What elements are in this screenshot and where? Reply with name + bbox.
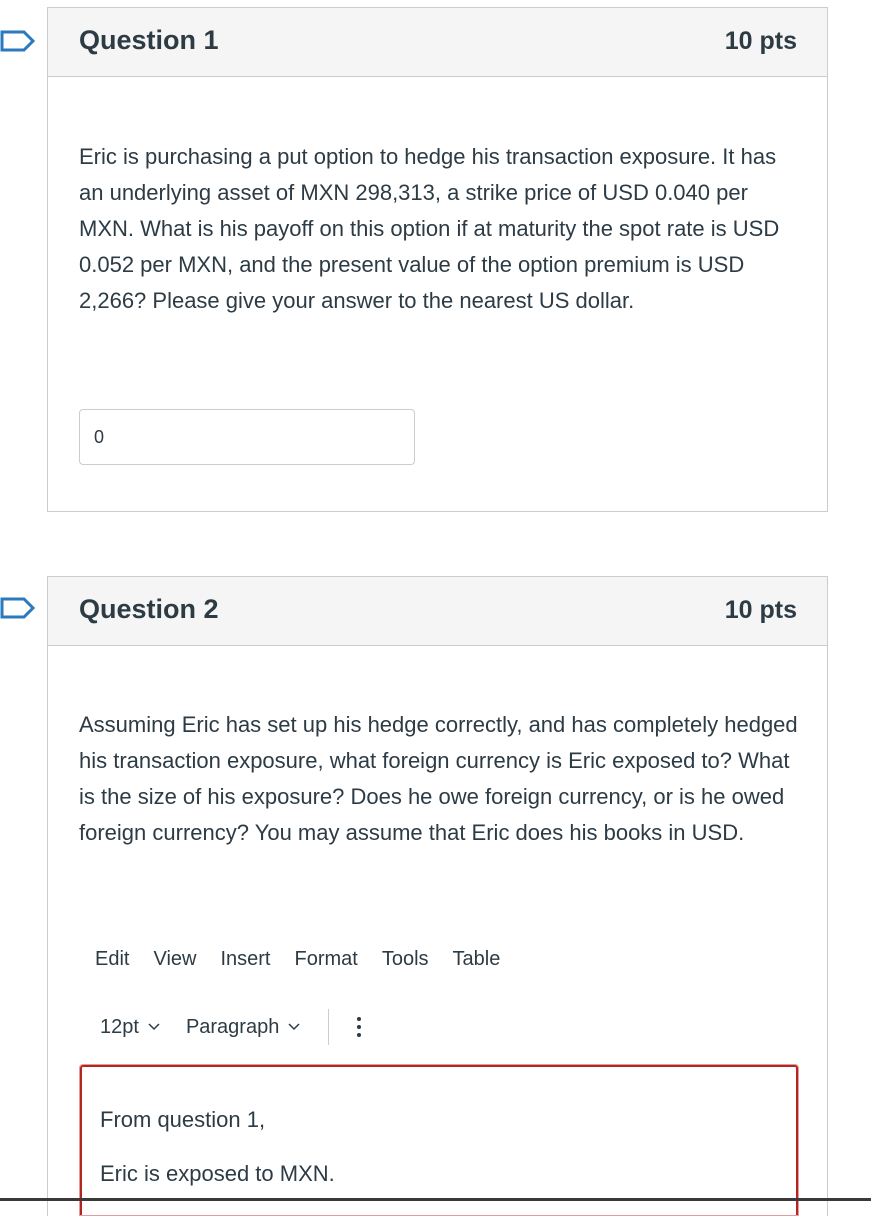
menu-insert[interactable]: Insert [220,948,270,988]
question-points: 10 pts [724,596,797,624]
editor-menubar: Edit View Insert Format Tools Table [95,948,524,988]
chevron-down-icon [148,1023,160,1031]
question-1: Question 1 10 pts Eric is purchasing a p… [47,7,828,512]
chevron-down-icon [288,1023,300,1031]
editor-toolbar: 12pt Paragraph [100,1007,362,1047]
question-header: Question 1 10 pts [48,8,827,77]
flag-question-icon[interactable] [0,30,36,52]
editor-paragraph: From question 1, [100,1107,266,1132]
menu-tools[interactable]: Tools [382,948,429,988]
flag-question-icon[interactable] [0,597,36,619]
question-title: Question 1 [79,25,219,55]
menu-view[interactable]: View [153,948,196,988]
question-text: Assuming Eric has set up his hedge corre… [79,712,798,845]
font-size-select[interactable]: 12pt [100,1016,160,1039]
rich-text-editor[interactable]: From question 1, Eric is exposed to MXN. [79,1064,799,1216]
menu-format[interactable]: Format [295,948,358,988]
menu-edit[interactable]: Edit [95,948,129,988]
question-header: Question 2 10 pts [48,577,827,646]
question-points: 10 pts [724,27,797,55]
menu-table[interactable]: Table [453,948,501,988]
font-size-value: 12pt [100,1015,139,1038]
block-format-value: Paragraph [185,1015,280,1038]
question-text: Eric is purchasing a put option to hedge… [79,144,780,313]
answer-input[interactable] [79,409,415,465]
toolbar-divider [328,1009,330,1045]
question-2: Question 2 10 pts Assuming Eric has set … [47,576,828,1216]
block-format-select[interactable]: Paragraph [186,1016,300,1039]
kebab-menu-icon[interactable] [357,1017,362,1037]
question-title: Question 2 [79,594,219,624]
editor-paragraph: Eric is exposed to MXN. [100,1161,335,1186]
